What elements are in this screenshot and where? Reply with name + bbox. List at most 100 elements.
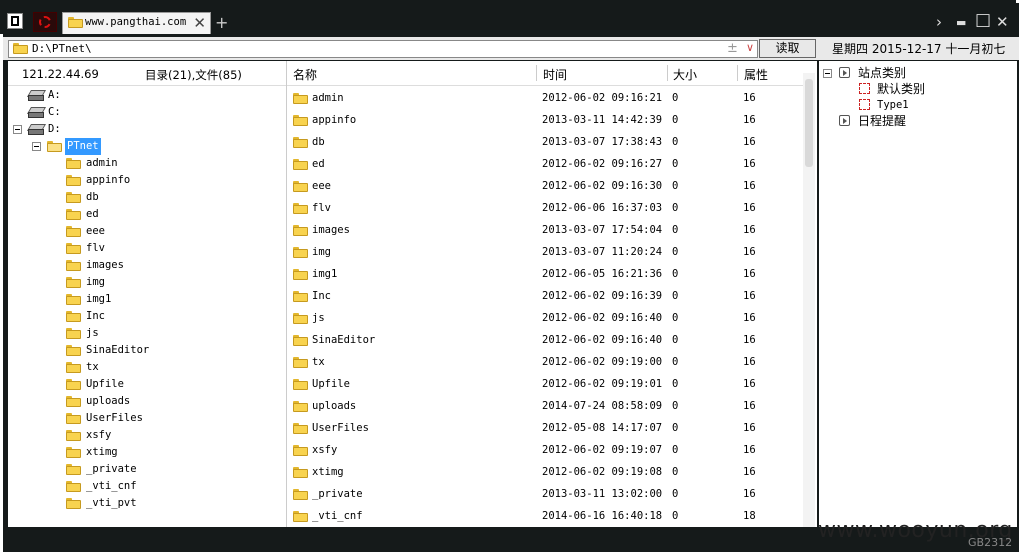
file-row[interactable]: uploads 2014-07-24 08:58:09 0 16 — [287, 395, 803, 417]
tree-folder-label: Inc — [86, 310, 105, 322]
tree-folder-label: js — [86, 327, 99, 339]
tree-folder[interactable]: xsfy — [8, 427, 278, 444]
file-time: 2014-06-16 16:40:18 — [542, 510, 663, 522]
collapse-icon[interactable] — [32, 142, 41, 151]
record-icon[interactable] — [33, 12, 57, 32]
tree-folder[interactable]: SinaEditor — [8, 342, 278, 359]
schedule-label: 日程提醒 — [858, 114, 907, 128]
tree-folder[interactable]: uploads — [8, 393, 278, 410]
column-size[interactable]: 大小 — [673, 66, 697, 83]
column-divider[interactable] — [667, 65, 668, 81]
tree-drive[interactable]: C: — [8, 104, 278, 121]
folder-icon — [293, 181, 308, 192]
file-size: 0 — [672, 246, 679, 258]
tree-folder[interactable]: img1 — [8, 291, 278, 308]
folder-icon — [293, 511, 308, 522]
file-row[interactable]: flv 2012-06-06 16:37:03 0 16 — [287, 197, 803, 219]
path-input[interactable]: D:\PTnet\ ± ∨ — [8, 40, 758, 58]
file-row[interactable]: SinaEditor 2012-06-02 09:16:40 0 16 — [287, 329, 803, 351]
tree-folder[interactable]: eee — [8, 223, 278, 240]
file-row[interactable]: db 2013-03-07 17:38:43 0 16 — [287, 131, 803, 153]
scrollbar-thumb[interactable] — [805, 79, 813, 167]
folder-icon — [66, 158, 81, 169]
file-row[interactable]: Upfile 2012-06-02 09:19:01 0 16 — [287, 373, 803, 395]
file-time: 2012-06-02 09:16:39 — [542, 290, 663, 302]
file-size: 0 — [672, 334, 679, 346]
file-time: 2012-05-08 14:17:07 — [542, 422, 663, 434]
add-bookmark-icon[interactable]: ± — [727, 41, 738, 56]
collapse-icon[interactable] — [823, 69, 832, 78]
file-row[interactable]: admin 2012-06-02 09:16:21 0 16 — [287, 87, 803, 109]
tree-folder[interactable]: _vti_cnf — [8, 478, 278, 495]
app-icon[interactable] — [7, 13, 23, 29]
folder-icon — [293, 445, 308, 456]
forward-icon[interactable]: › — [936, 13, 942, 31]
tree-folder[interactable]: UserFiles — [8, 410, 278, 427]
column-name[interactable]: 名称 — [293, 66, 317, 83]
maximize-button[interactable]: □ — [975, 10, 991, 30]
tab-close-button[interactable]: ✕ — [193, 14, 206, 32]
file-name: tx — [312, 356, 325, 368]
file-row[interactable]: images 2013-03-07 17:54:04 0 16 — [287, 219, 803, 241]
tree-drive[interactable]: D: — [8, 121, 278, 138]
tree-folder[interactable]: _private — [8, 461, 278, 478]
file-row[interactable]: eee 2012-06-02 09:16:30 0 16 — [287, 175, 803, 197]
tree-folder[interactable]: Upfile — [8, 376, 278, 393]
tree-folder[interactable]: ed — [8, 206, 278, 223]
file-attr: 16 — [743, 466, 756, 478]
read-button[interactable]: 读取 — [759, 39, 816, 58]
date-label: 星期四 2015-12-17 十一月初七 — [832, 42, 1006, 56]
minimize-button[interactable]: ▬ — [956, 16, 966, 29]
file-time: 2012-06-02 09:16:21 — [542, 92, 663, 104]
file-row[interactable]: UserFiles 2012-05-08 14:17:07 0 16 — [287, 417, 803, 439]
tree-folder[interactable]: admin — [8, 155, 278, 172]
close-button[interactable]: ✕ — [996, 13, 1009, 31]
file-name: images — [312, 224, 350, 236]
chevron-down-icon[interactable]: ∨ — [746, 41, 754, 54]
tree-folder[interactable]: xtimg — [8, 444, 278, 461]
file-row[interactable]: xtimg 2012-06-02 09:19:08 0 16 — [287, 461, 803, 483]
tab-site[interactable]: www.pangthai.com ✕ — [62, 12, 211, 34]
file-time: 2012-06-05 16:21:36 — [542, 268, 663, 280]
file-size: 0 — [672, 466, 679, 478]
file-row[interactable]: _vti_cnf 2014-06-16 16:40:18 0 18 — [287, 505, 803, 527]
file-row[interactable]: js 2012-06-02 09:16:40 0 16 — [287, 307, 803, 329]
file-name: admin — [312, 92, 344, 104]
file-attr: 16 — [743, 356, 756, 368]
vertical-scrollbar[interactable] — [803, 73, 815, 527]
new-tab-button[interactable]: + — [215, 13, 228, 32]
tree-folder[interactable]: _vti_pvt — [8, 495, 278, 512]
tree-folder-selected[interactable]: PTnet — [8, 138, 278, 155]
tree-folder[interactable]: appinfo — [8, 172, 278, 189]
tree-folder[interactable]: img — [8, 274, 278, 291]
tree-folder[interactable]: flv — [8, 240, 278, 257]
column-divider[interactable] — [536, 65, 537, 81]
tree-folder-label: flv — [86, 242, 105, 254]
file-row[interactable]: xsfy 2012-06-02 09:19:07 0 16 — [287, 439, 803, 461]
tree-folder-label: tx — [86, 361, 99, 373]
file-row[interactable]: img 2013-03-07 11:20:24 0 16 — [287, 241, 803, 263]
column-time[interactable]: 时间 — [543, 66, 567, 83]
tree-folder[interactable]: tx — [8, 359, 278, 376]
folder-icon — [66, 294, 81, 305]
tree-folder-label: images — [86, 259, 124, 271]
file-time: 2013-03-11 13:02:00 — [542, 488, 663, 500]
collapse-icon[interactable] — [13, 125, 22, 134]
column-attr[interactable]: 属性 — [744, 66, 768, 83]
tree-folder[interactable]: js — [8, 325, 278, 342]
file-row[interactable]: ed 2012-06-02 09:16:27 0 16 — [287, 153, 803, 175]
file-name: js — [312, 312, 325, 324]
file-row[interactable]: img1 2012-06-05 16:21:36 0 16 — [287, 263, 803, 285]
file-row[interactable]: tx 2012-06-02 09:19:00 0 16 — [287, 351, 803, 373]
tree-drive[interactable]: A: — [8, 87, 278, 104]
file-row[interactable]: _private 2013-03-11 13:02:00 0 16 — [287, 483, 803, 505]
folder-icon — [66, 311, 81, 322]
file-row[interactable]: Inc 2012-06-02 09:16:39 0 16 — [287, 285, 803, 307]
tree-folder[interactable]: images — [8, 257, 278, 274]
tree-folder-label: xtimg — [86, 446, 118, 458]
tree-folder[interactable]: db — [8, 189, 278, 206]
tree-folder[interactable]: Inc — [8, 308, 278, 325]
file-time: 2013-03-07 17:38:43 — [542, 136, 663, 148]
column-divider[interactable] — [737, 65, 738, 81]
file-row[interactable]: appinfo 2013-03-11 14:42:39 0 16 — [287, 109, 803, 131]
